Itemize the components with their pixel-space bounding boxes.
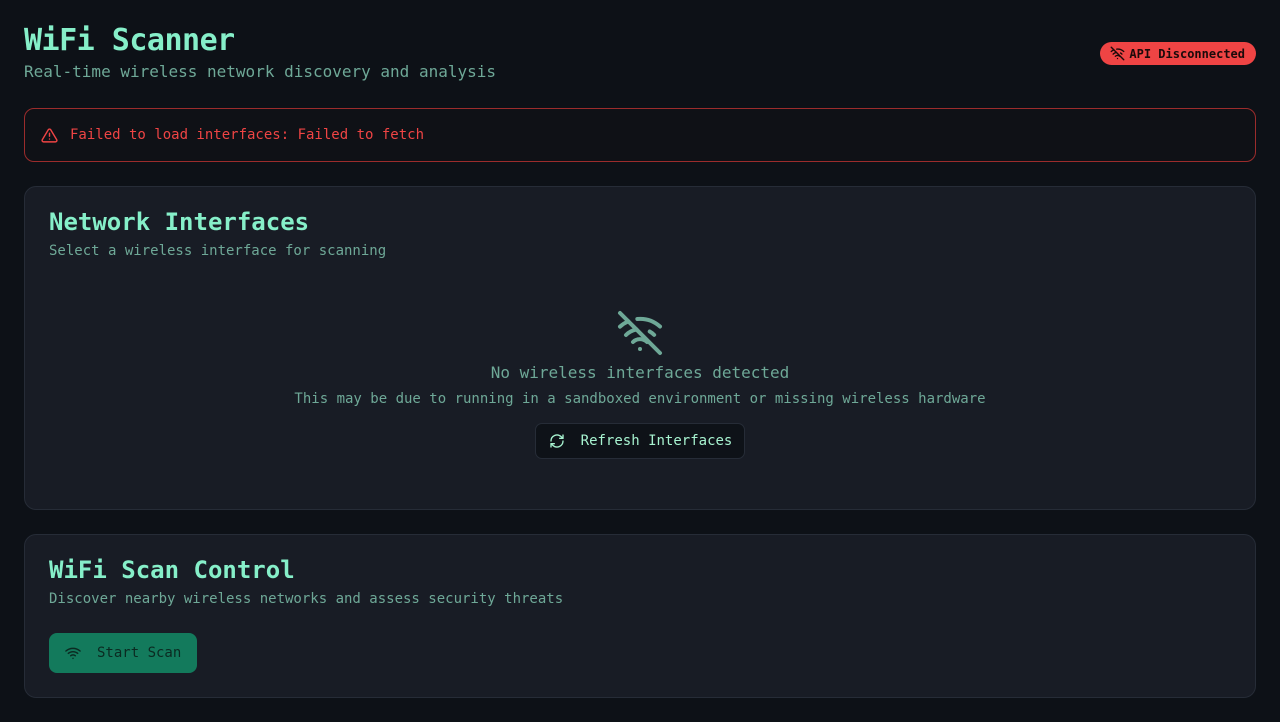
- empty-state-title: No wireless interfaces detected: [490, 363, 790, 382]
- wifi-off-icon: [618, 311, 662, 355]
- scan-description: Discover nearby wireless networks and as…: [49, 591, 564, 607]
- error-alert: Failed to load interfaces: Failed to fet…: [24, 108, 1256, 162]
- wifi-scanner-app: WiFi Scanner Real-time wireless network …: [0, 0, 1280, 722]
- api-status-badge: API Disconnected: [1100, 42, 1256, 65]
- empty-state-description: This may be due to running in a sandboxe…: [294, 391, 986, 407]
- page-title: WiFi Scanner: [24, 23, 235, 58]
- interfaces-description: Select a wireless interface for scanning: [49, 243, 387, 259]
- refresh-icon: [549, 434, 564, 448]
- interfaces-title: Network Interfaces: [49, 208, 310, 236]
- wifi-scan-control-card: WiFi Scan Control Discover nearby wirele…: [24, 534, 1256, 698]
- start-scan-label: Start Scan: [97, 645, 182, 661]
- page-subtitle: Real-time wireless network discovery and…: [24, 62, 497, 81]
- empty-state: No wireless interfaces detected This may…: [25, 309, 1255, 459]
- app-header: WiFi Scanner Real-time wireless network …: [24, 22, 1256, 84]
- wifi-off-icon: [1110, 46, 1125, 61]
- refresh-interfaces-button[interactable]: Refresh Interfaces: [534, 423, 746, 459]
- network-interfaces-card: Network Interfaces Select a wireless int…: [24, 186, 1256, 510]
- wifi-icon: [65, 647, 81, 660]
- scan-title: WiFi Scan Control: [49, 556, 295, 584]
- refresh-interfaces-label: Refresh Interfaces: [580, 433, 733, 449]
- alert-triangle-icon: [41, 127, 58, 143]
- error-message: Failed to load interfaces: Failed to fet…: [70, 127, 425, 143]
- start-scan-button[interactable]: Start Scan: [49, 633, 197, 673]
- api-status-label: API Disconnected: [1129, 46, 1245, 61]
